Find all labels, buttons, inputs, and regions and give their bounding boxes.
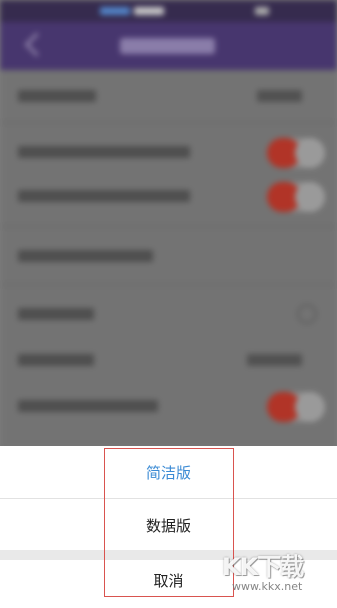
cancel-button[interactable]: 取消 (0, 560, 337, 608)
option-simple-version[interactable]: 简洁版 (0, 446, 337, 498)
action-sheet: 简洁版 数据版 取消 (0, 440, 337, 608)
option-data-version[interactable]: 数据版 (0, 498, 337, 551)
action-sheet-separator (0, 550, 337, 560)
